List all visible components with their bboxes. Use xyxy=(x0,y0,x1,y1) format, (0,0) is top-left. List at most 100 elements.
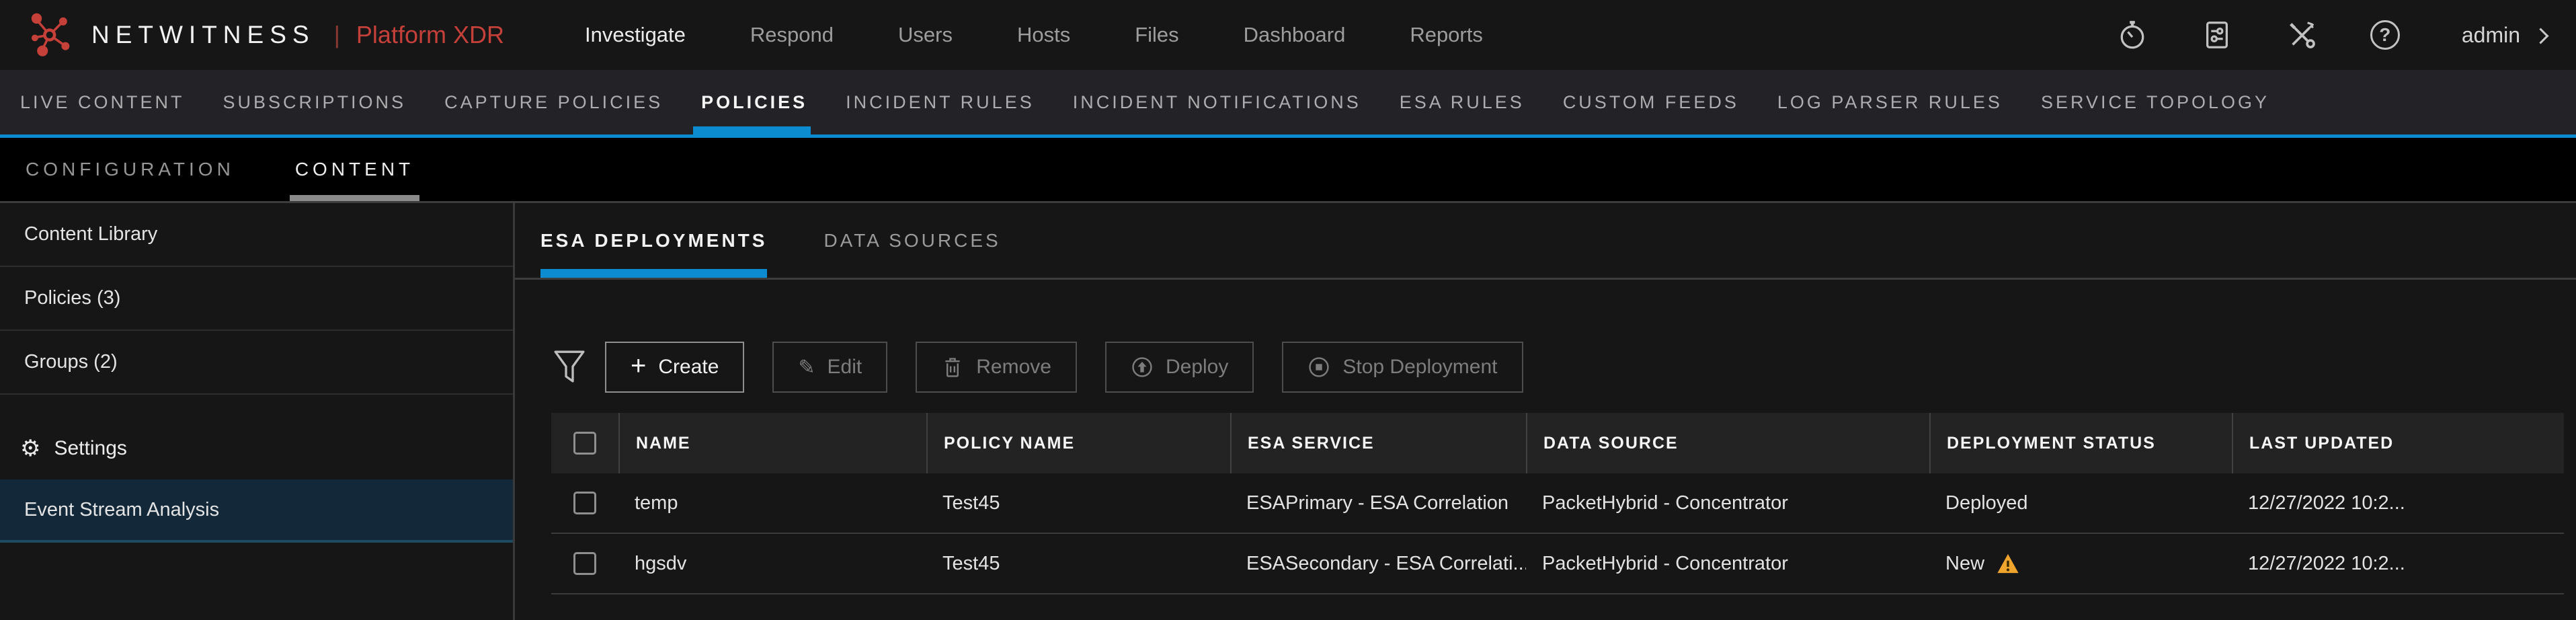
deployments-table: NAME POLICY NAME ESA SERVICE DATA SOURCE… xyxy=(551,413,2564,594)
sidebar-item-event-stream-analysis[interactable]: Event Stream Analysis xyxy=(0,479,513,543)
row-checkbox[interactable] xyxy=(573,492,596,514)
nav-policies[interactable]: POLICIES xyxy=(701,70,846,134)
top-menu-files[interactable]: Files xyxy=(1135,23,1178,47)
subnav-configuration[interactable]: CONFIGURATION xyxy=(20,138,240,201)
top-menu-users[interactable]: Users xyxy=(898,23,953,47)
sidebar-item-policies[interactable]: Policies (3) xyxy=(0,267,513,331)
stop-deployment-button[interactable]: Stop Deployment xyxy=(1282,342,1523,393)
sidebar-item-groups[interactable]: Groups (2) xyxy=(0,331,513,395)
top-menu-hosts[interactable]: Hosts xyxy=(1017,23,1070,47)
policies-subnav: CONFIGURATION CONTENT xyxy=(0,138,2576,203)
cell-esa-service: ESASecondary - ESA Correlati... xyxy=(1230,553,1526,575)
jobs-icon[interactable] xyxy=(2201,19,2233,51)
row-checkbox-cell xyxy=(551,552,618,575)
col-header-esa-service[interactable]: ESA SERVICE xyxy=(1230,413,1526,473)
table-header: NAME POLICY NAME ESA SERVICE DATA SOURCE… xyxy=(551,413,2564,473)
trash-icon xyxy=(941,356,964,379)
stop-icon xyxy=(1307,356,1330,379)
subnav-content-label: CONTENT xyxy=(295,159,414,180)
sidebar-section-gap xyxy=(0,395,513,418)
cell-last-updated: 12/27/2022 10:2... xyxy=(2232,492,2564,514)
col-header-data-source[interactable]: DATA SOURCE xyxy=(1526,413,1929,473)
warning-icon xyxy=(1997,553,2019,574)
tab-esa-deployments-label: ESA DEPLOYMENTS xyxy=(540,230,767,251)
user-name: admin xyxy=(2462,23,2520,48)
table-row[interactable]: hgsdv Test45 ESASecondary - ESA Correlat… xyxy=(551,534,2564,594)
nav-service-topology[interactable]: SERVICE TOPOLOGY xyxy=(2041,70,2308,134)
filter-icon[interactable] xyxy=(553,348,586,386)
subnav-content[interactable]: CONTENT xyxy=(290,138,419,201)
stop-deployment-button-label: Stop Deployment xyxy=(1342,356,1497,379)
stopwatch-icon[interactable] xyxy=(2116,19,2148,51)
create-button[interactable]: + Create xyxy=(605,342,744,393)
edit-button-label: Edit xyxy=(828,356,862,379)
status-text: New xyxy=(1945,553,1984,575)
col-header-name[interactable]: NAME xyxy=(618,413,926,473)
top-menu-respond[interactable]: Respond xyxy=(750,23,834,47)
cell-data-source: PacketHybrid - Concentrator xyxy=(1526,553,1929,575)
content-area: Content Library Policies (3) Groups (2) … xyxy=(0,203,2576,620)
select-all-checkbox[interactable] xyxy=(573,432,596,455)
brand-product: Platform XDR xyxy=(356,21,504,49)
nav-log-parser-rules[interactable]: LOG PARSER RULES xyxy=(1777,70,2041,134)
brand-separator: | xyxy=(334,21,340,49)
nav-live-content[interactable]: LIVE CONTENT xyxy=(20,70,223,134)
active-subnav-underline xyxy=(290,195,419,201)
chevron-right-icon xyxy=(2532,28,2548,44)
netwitness-logo-icon xyxy=(30,11,77,59)
cell-deployment-status: New xyxy=(1929,553,2232,575)
remove-button[interactable]: Remove xyxy=(916,342,1077,393)
settings-label: Settings xyxy=(54,437,126,460)
plus-icon: + xyxy=(631,352,646,379)
remove-button-label: Remove xyxy=(976,356,1051,379)
col-header-deployment-status[interactable]: DEPLOYMENT STATUS xyxy=(1929,413,2232,473)
col-header-policy-name[interactable]: POLICY NAME xyxy=(926,413,1230,473)
brand[interactable]: NETWITNESS | Platform XDR xyxy=(30,11,504,59)
top-menu-investigate[interactable]: Investigate xyxy=(585,23,686,47)
top-menu: Investigate Respond Users Hosts Files Da… xyxy=(585,23,1483,47)
table-row[interactable]: temp Test45 ESAPrimary - ESA Correlation… xyxy=(551,473,2564,534)
nav-capture-policies[interactable]: CAPTURE POLICIES xyxy=(444,70,701,134)
cell-name: hgsdv xyxy=(618,553,926,575)
sidebar-item-label: Content Library xyxy=(24,223,157,245)
top-menu-dashboard[interactable]: Dashboard xyxy=(1244,23,1346,47)
nav-incident-rules[interactable]: INCIDENT RULES xyxy=(846,70,1073,134)
sidebar-item-label: Event Stream Analysis xyxy=(24,499,219,521)
edit-button[interactable]: ✎ Edit xyxy=(772,342,887,393)
sidebar-settings-header[interactable]: ⚙ Settings xyxy=(0,418,513,479)
cell-policy-name: Test45 xyxy=(926,492,1230,514)
user-menu[interactable]: admin xyxy=(2462,23,2546,48)
sidebar-item-label: Policies (3) xyxy=(24,287,120,309)
cell-data-source: PacketHybrid - Concentrator xyxy=(1526,492,1929,514)
tools-icon[interactable] xyxy=(2286,19,2318,51)
tab-esa-deployments[interactable]: ESA DEPLOYMENTS xyxy=(540,203,767,278)
top-bar-icons: ? admin xyxy=(2116,19,2546,51)
select-all-cell xyxy=(551,413,618,473)
top-bar: NETWITNESS | Platform XDR Investigate Re… xyxy=(0,0,2576,70)
cell-name: temp xyxy=(618,492,926,514)
row-checkbox[interactable] xyxy=(573,552,596,575)
sidebar: Content Library Policies (3) Groups (2) … xyxy=(0,203,515,620)
main-panel: ESA DEPLOYMENTS DATA SOURCES + Create ✎ … xyxy=(515,203,2576,620)
deploy-button[interactable]: Deploy xyxy=(1105,342,1254,393)
cell-policy-name: Test45 xyxy=(926,553,1230,575)
sidebar-item-content-library[interactable]: Content Library xyxy=(0,203,513,267)
nav-incident-notifications[interactable]: INCIDENT NOTIFICATIONS xyxy=(1073,70,1400,134)
nav-esa-rules[interactable]: ESA RULES xyxy=(1400,70,1563,134)
tab-data-sources[interactable]: DATA SOURCES xyxy=(823,203,1000,278)
create-button-label: Create xyxy=(658,356,719,379)
active-nav-underline xyxy=(693,126,811,134)
help-icon[interactable]: ? xyxy=(2370,20,2400,50)
row-checkbox-cell xyxy=(551,492,618,514)
cell-deployment-status: Deployed xyxy=(1929,492,2232,514)
nav-subscriptions[interactable]: SUBSCRIPTIONS xyxy=(223,70,445,134)
col-header-last-updated[interactable]: LAST UPDATED xyxy=(2232,413,2564,473)
cell-last-updated: 12/27/2022 10:2... xyxy=(2232,553,2564,575)
sidebar-item-label: Groups (2) xyxy=(24,351,118,373)
nav-custom-feeds[interactable]: CUSTOM FEEDS xyxy=(1563,70,1777,134)
toolbar: + Create ✎ Edit Remove xyxy=(515,342,2576,393)
top-menu-reports[interactable]: Reports xyxy=(1410,23,1483,47)
brand-name: NETWITNESS xyxy=(91,21,315,49)
netwitness-app: NETWITNESS | Platform XDR Investigate Re… xyxy=(0,0,2576,620)
active-tab-underline xyxy=(540,269,767,278)
